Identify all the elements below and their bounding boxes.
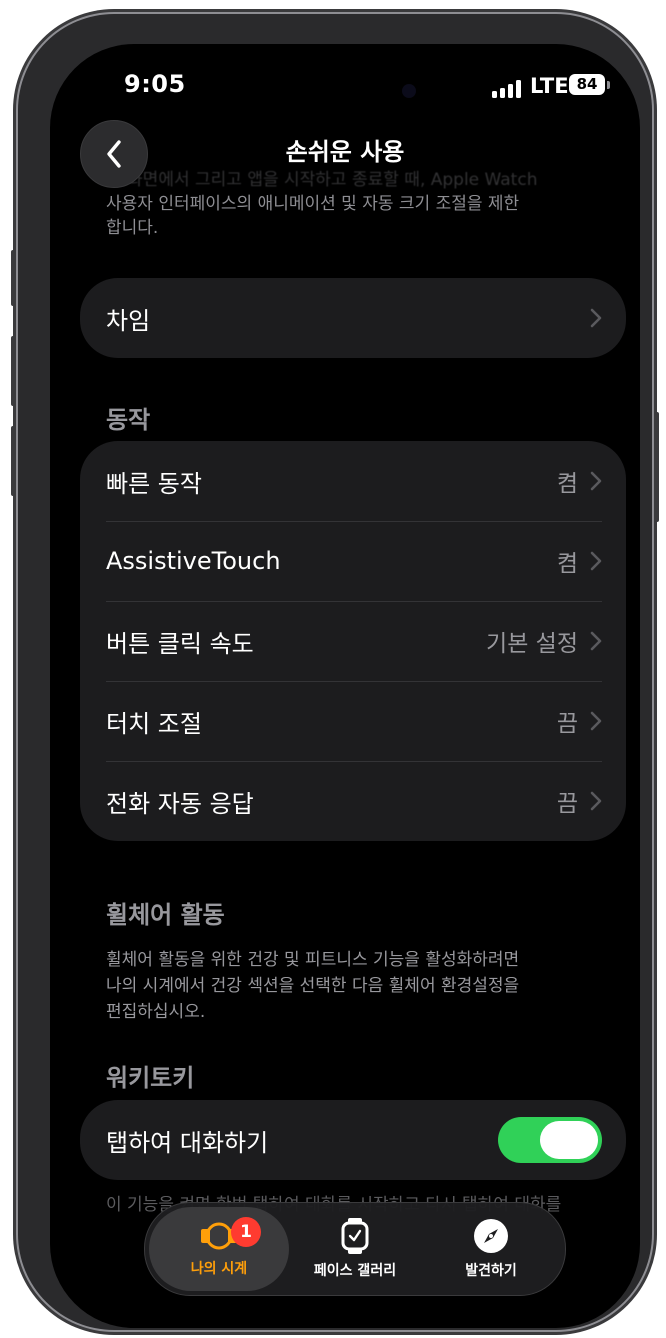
- chime-group: 차임: [80, 278, 626, 358]
- battery-nub: [607, 81, 610, 89]
- row-label: AssistiveTouch: [106, 547, 281, 575]
- chevron-right-icon: [590, 308, 602, 328]
- row-label: 버튼 클릭 속도: [106, 629, 254, 658]
- dynamic-island: [272, 66, 440, 116]
- top-description-line2: 사용자 인터페이스의 애니메이션 및 자동 크기 조절을 제한: [106, 194, 520, 214]
- volume-down-button: [11, 426, 16, 496]
- row-value: 기본 설정: [486, 631, 578, 657]
- top-description-line3: 합니다.: [106, 218, 159, 238]
- walkie-talkie-section-header: 워키토키: [106, 1064, 195, 1092]
- row-value: 끔: [556, 791, 578, 817]
- volume-up-button: [11, 336, 16, 406]
- chevron-right-icon: [590, 631, 602, 651]
- tab-bar: 1 나의 시계 페이스 갤러리 발견하기: [144, 1202, 566, 1296]
- toggle-knob: [540, 1121, 598, 1159]
- row-quick-actions[interactable]: 빠른 동작 켬: [80, 441, 626, 521]
- chevron-right-icon: [590, 791, 602, 811]
- tab-face-gallery[interactable]: 페이스 갤러리: [285, 1207, 425, 1291]
- chime-label: 차임: [106, 306, 151, 335]
- row-assistivetouch[interactable]: AssistiveTouch 켬: [80, 521, 626, 601]
- row-value: 끔: [556, 711, 578, 737]
- row-touch-accommodations[interactable]: 터치 조절 끔: [80, 681, 626, 761]
- motion-section-header: 동작: [106, 406, 151, 434]
- row-auto-answer[interactable]: 전화 자동 응답 끔: [80, 761, 626, 841]
- top-description-line1: 앱 화면에서 그리고 앱을 시작하고 종료할 때, Apple Watch: [106, 170, 538, 190]
- tab-discover[interactable]: 발견하기: [421, 1207, 561, 1291]
- wheelchair-description-line3: 편집하십시오.: [106, 1002, 206, 1022]
- motion-group: 빠른 동작 켬 AssistiveTouch 켬 버튼 클릭 속도 기본 설정 …: [80, 441, 626, 841]
- wheelchair-section-header: 휠체어 활동: [106, 901, 225, 929]
- notification-badge: 1: [231, 1217, 261, 1247]
- status-time: 9:05: [124, 70, 186, 98]
- wheelchair-description-line2: 나의 시계에서 건강 섹션을 선택한 다음 휠체어 환경설정을: [106, 976, 520, 996]
- action-button: [11, 250, 16, 306]
- tap-to-talk-toggle[interactable]: [498, 1117, 602, 1163]
- tab-label: 페이스 갤러리: [313, 1263, 397, 1279]
- row-value: 켬: [556, 551, 578, 577]
- chevron-right-icon: [590, 471, 602, 491]
- screen: 9:05 LTE 84 앱 화면에서 그리고 앱을 시작하고 종료할 때, Ap…: [50, 44, 640, 1328]
- page-title: 손쉬운 사용: [285, 138, 405, 166]
- tap-to-talk-label: 탭하여 대화하기: [106, 1128, 269, 1157]
- row-label: 전화 자동 응답: [106, 789, 254, 818]
- compass-icon: [474, 1219, 508, 1253]
- watch-face-icon: [341, 1218, 369, 1254]
- network-type: LTE: [530, 74, 569, 98]
- tap-to-talk-row: 탭하여 대화하기: [80, 1100, 626, 1180]
- top-description: 앱 화면에서 그리고 앱을 시작하고 종료할 때, Apple Watch 사용…: [106, 168, 566, 240]
- chevron-right-icon: [590, 711, 602, 731]
- wheelchair-description: 휠체어 활동을 위한 건강 및 피트니스 기능을 활성화하려면 나의 시계에서 …: [106, 947, 586, 1025]
- side-button: [654, 412, 659, 522]
- tab-label: 발견하기: [465, 1263, 517, 1279]
- phone-frame: 9:05 LTE 84 앱 화면에서 그리고 앱을 시작하고 종료할 때, Ap…: [11, 14, 659, 1330]
- tab-label: 나의 시계: [190, 1261, 248, 1277]
- row-label: 터치 조절: [106, 709, 202, 738]
- wheelchair-description-line1: 휠체어 활동을 위한 건강 및 피트니스 기능을 활성화하려면: [106, 950, 520, 970]
- chevron-right-icon: [590, 551, 602, 571]
- row-value: 켬: [556, 471, 578, 497]
- walkie-talkie-group: 탭하여 대화하기: [80, 1100, 626, 1180]
- tab-my-watch[interactable]: 1 나의 시계: [149, 1207, 289, 1291]
- row-label: 빠른 동작: [106, 469, 202, 498]
- row-click-speed[interactable]: 버튼 클릭 속도 기본 설정: [80, 601, 626, 681]
- battery-icon: 84: [569, 74, 605, 95]
- chime-row[interactable]: 차임: [80, 278, 626, 358]
